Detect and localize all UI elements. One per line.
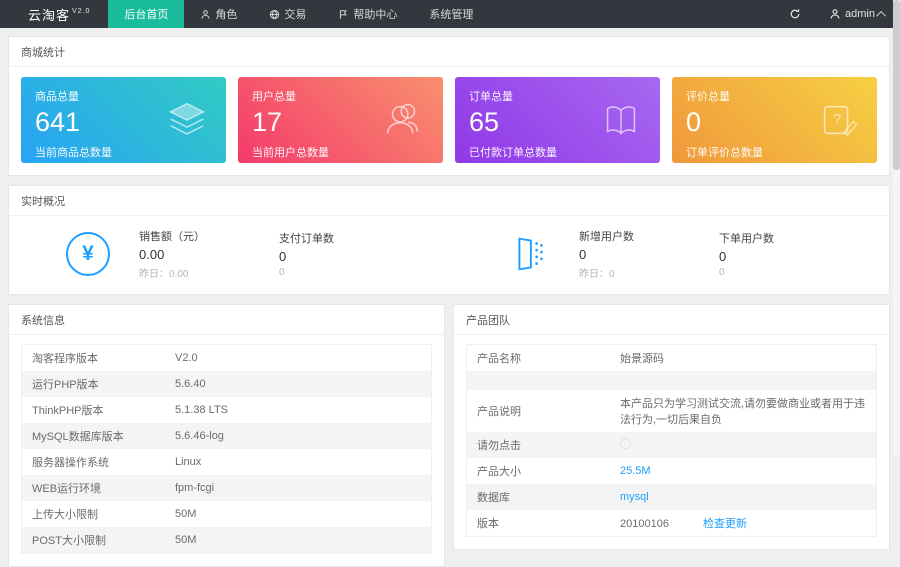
yen-icon: ¥ [65,231,111,277]
table-row [467,371,877,390]
table-row: 上传大小限制50M [22,501,432,527]
refresh-button[interactable] [775,0,815,28]
svg-text:?: ? [833,112,841,128]
brand-logo[interactable]: 云淘客 V2.0 [0,0,108,28]
edit-question-icon: ? [815,97,861,143]
stat-label: 支付订单数 [279,230,419,246]
table-row: 请勿点击 [467,432,877,458]
nav-item-trade[interactable]: 交易 [253,0,322,28]
realtime-group-users: 新增用户数 0 昨日：0 下单用户数 0 0 [449,228,889,280]
stats-panel-title: 商城统计 [9,37,889,67]
user-icon [829,8,841,20]
brand-version: V2.0 [72,8,90,15]
stat-sub: 0 [279,267,419,278]
table-row: 数据库mysql [467,484,877,510]
stat-card-orders: 订单总量 65 已付款订单总数量 [455,77,660,163]
stat-card-sub: 当前商品总数量 [35,144,212,160]
stat-sub: 昨日：0 [579,265,719,280]
system-info-table: 淘客程序版本V2.0 运行PHP版本5.6.40 ThinkPHP版本5.1.3… [21,344,432,554]
table-row: 产品说明本产品只为学习测试交流,请勿要做商业或者用于违法行为,一切后果自负 [467,390,877,432]
realtime-panel: 实时概况 ¥ 销售额（元） 0.00 昨日：0.00 支付订单数 0 0 [8,185,890,295]
user-menu[interactable]: admin [815,0,900,28]
table-row: ThinkPHP版本5.1.38 LTS [22,397,432,423]
table-row: POST大小限制50M [22,527,432,554]
system-info-panel: 系统信息 淘客程序版本V2.0 运行PHP版本5.6.40 ThinkPHP版本… [8,304,445,567]
table-row: 产品大小25.5M [467,458,877,484]
chevron-up-icon [876,10,886,20]
user-icon [200,9,211,20]
mobile-users-icon [505,231,551,277]
faint-circle-icon [620,438,631,449]
stat-paid-orders: 支付订单数 0 0 [279,230,419,278]
flag-icon [338,9,349,20]
stat-sub: 昨日：0.00 [139,265,279,280]
product-team-panel: 产品团队 产品名称始景源码 产品说明本产品只为学习测试交流,请勿要做商业或者用于… [453,304,890,550]
table-row: 运行PHP版本5.6.40 [22,371,432,397]
table-row: 淘客程序版本V2.0 [22,345,432,372]
stats-panel: 商城统计 商品总量 641 当前商品总数量 用户总量 17 当前用户总数量 [8,36,890,176]
nav-item-home[interactable]: 后台首页 [108,0,184,28]
realtime-group-sales: ¥ 销售额（元） 0.00 昨日：0.00 支付订单数 0 0 [9,228,449,280]
stat-value: 0 [279,249,419,264]
realtime-row: ¥ 销售额（元） 0.00 昨日：0.00 支付订单数 0 0 [9,216,889,294]
stat-sub: 0 [719,267,859,278]
nav-item-trade-label: 交易 [284,6,306,22]
stat-card-sub: 当前用户总数量 [252,144,429,160]
stat-cards-row: 商品总量 641 当前商品总数量 用户总量 17 当前用户总数量 [9,67,889,175]
table-row: 产品名称始景源码 [467,345,877,372]
stat-value: 0 [719,249,859,264]
scrollbar[interactable] [893,0,900,457]
nav-item-roles-label: 角色 [215,6,237,22]
table-row: 版本 20100106检查更新 [467,510,877,537]
stat-label: 新增用户数 [579,228,719,244]
bottom-row: 系统信息 淘客程序版本V2.0 运行PHP版本5.6.40 ThinkPHP版本… [8,304,890,567]
main-nav: 后台首页 角色 交易 帮助中心 系统管理 [108,0,489,28]
nav-item-roles[interactable]: 角色 [184,0,253,28]
nav-item-system[interactable]: 系统管理 [413,0,489,28]
stat-label: 销售额（元） [139,228,279,244]
check-update-link[interactable]: 检查更新 [703,518,747,530]
database-link[interactable]: mysql [620,491,649,503]
users-icon [381,97,427,143]
layers-icon [164,97,210,143]
book-icon [598,97,644,143]
stat-value: 0.00 [139,247,279,262]
main-content: 商城统计 商品总量 641 当前商品总数量 用户总量 17 当前用户总数量 [0,28,900,567]
stat-label: 下单用户数 [719,230,859,246]
stat-value: 0 [579,247,719,262]
stat-card-sub: 已付款订单总数量 [469,144,646,160]
version-value: 20100106 [620,518,669,530]
stat-ordering-users: 下单用户数 0 0 [719,230,859,278]
realtime-panel-title: 实时概况 [9,186,889,216]
table-row: WEB运行环境fpm-fcgi [22,475,432,501]
username-label: admin [845,8,875,20]
nav-item-help-label: 帮助中心 [353,6,397,22]
table-row: MySQL数据库版本5.6.46-log [22,423,432,449]
stat-card-sub: 订单评价总数量 [686,144,863,160]
nav-item-help[interactable]: 帮助中心 [322,0,413,28]
stat-card-users: 用户总量 17 当前用户总数量 [238,77,443,163]
table-row: 服务器操作系统Linux [22,449,432,475]
stat-card-reviews: 评价总量 0 订单评价总数量 ? [672,77,877,163]
navbar-right: admin [775,0,900,28]
stat-new-users: 新增用户数 0 昨日：0 [579,228,719,280]
globe-icon [269,9,280,20]
product-size-link[interactable]: 25.5M [620,465,651,477]
brand-name: 云淘客 [28,5,70,24]
stat-sales: 销售额（元） 0.00 昨日：0.00 [139,228,279,280]
top-navbar: 云淘客 V2.0 后台首页 角色 交易 帮助中心 系统管理 [0,0,900,28]
nav-item-system-label: 系统管理 [429,6,473,22]
scrollbar-thumb[interactable] [893,0,900,170]
stat-card-products: 商品总量 641 当前商品总数量 [21,77,226,163]
product-team-title: 产品团队 [454,305,889,335]
nav-item-home-label: 后台首页 [124,6,168,22]
product-team-table: 产品名称始景源码 产品说明本产品只为学习测试交流,请勿要做商业或者用于违法行为,… [466,344,877,537]
system-info-title: 系统信息 [9,305,444,335]
refresh-icon [789,8,801,20]
